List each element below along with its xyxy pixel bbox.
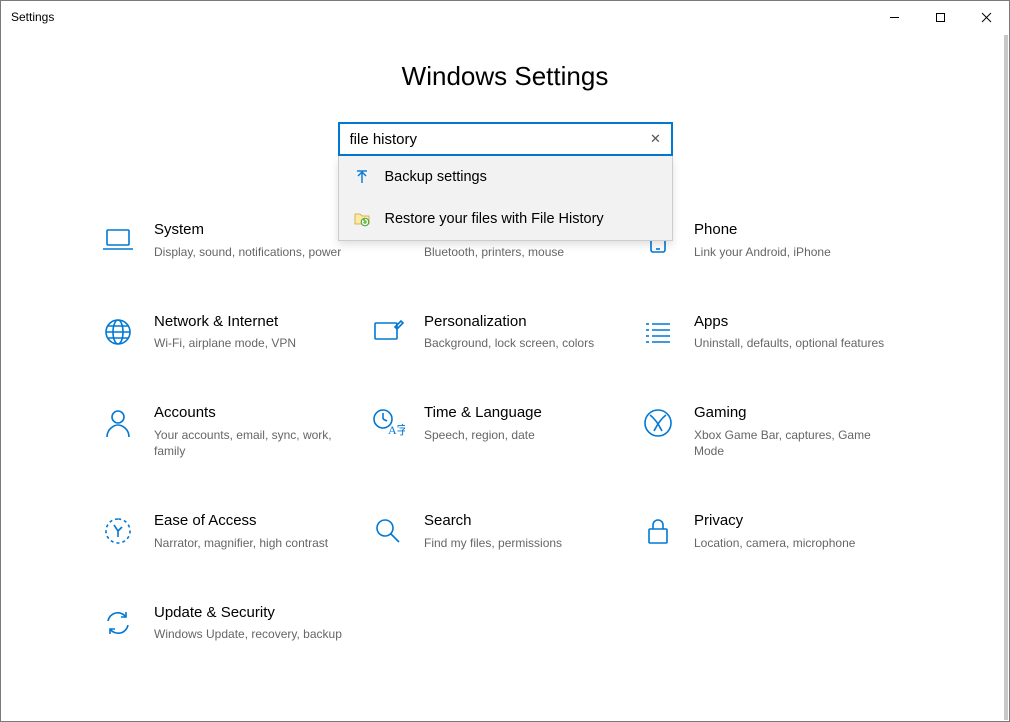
tile-network[interactable]: Network & Internet Wi-Fi, airplane mode,…	[100, 312, 370, 352]
search-box[interactable]: ✕	[338, 122, 673, 156]
search-input[interactable]	[340, 124, 641, 154]
maximize-button[interactable]	[917, 1, 963, 33]
tile-desc: Wi-Fi, airplane mode, VPN	[154, 335, 296, 351]
content-area: Windows Settings ✕ Backu	[1, 61, 1009, 722]
tile-label: Personalization	[424, 312, 594, 332]
clear-search-button[interactable]: ✕	[641, 124, 671, 154]
tile-desc: Windows Update, recovery, backup	[154, 626, 342, 642]
tile-desc: Xbox Game Bar, captures, Game Mode	[694, 427, 894, 459]
xbox-icon	[640, 405, 676, 441]
restore-folder-icon	[353, 210, 371, 228]
settings-grid: System Display, sound, notifications, po…	[100, 220, 910, 643]
tile-search[interactable]: Search Find my files, permissions	[370, 511, 640, 551]
tile-label: System	[154, 220, 341, 240]
search-area: ✕ Backup settings	[338, 122, 673, 156]
titlebar: Settings	[1, 1, 1009, 33]
tile-desc: Speech, region, date	[424, 427, 542, 443]
globe-icon	[100, 314, 136, 350]
page-title: Windows Settings	[1, 61, 1009, 92]
time-language-icon: A字	[370, 405, 406, 441]
tile-desc: Background, lock screen, colors	[424, 335, 594, 351]
suggestion-backup-settings[interactable]: Backup settings	[339, 156, 672, 198]
upload-icon	[353, 168, 371, 186]
apps-list-icon	[640, 314, 676, 350]
tile-desc: Uninstall, defaults, optional features	[694, 335, 884, 351]
tile-gaming[interactable]: Gaming Xbox Game Bar, captures, Game Mod…	[640, 403, 910, 459]
tile-desc: Bluetooth, printers, mouse	[424, 244, 564, 260]
ease-access-icon	[100, 513, 136, 549]
vertical-scrollbar[interactable]	[1004, 35, 1008, 720]
lock-icon	[640, 513, 676, 549]
tile-desc: Location, camera, microphone	[694, 535, 855, 551]
search-suggestions: Backup settings Restore your files with …	[338, 156, 673, 241]
tile-apps[interactable]: Apps Uninstall, defaults, optional featu…	[640, 312, 910, 352]
tile-desc: Display, sound, notifications, power	[154, 244, 341, 260]
window-controls	[871, 1, 1009, 33]
close-button[interactable]	[963, 1, 1009, 33]
tile-desc: Find my files, permissions	[424, 535, 562, 551]
tile-privacy[interactable]: Privacy Location, camera, microphone	[640, 511, 910, 551]
suggestion-label: Backup settings	[385, 169, 487, 185]
minimize-button[interactable]	[871, 1, 917, 33]
settings-window: Settings Windows Settings ✕	[0, 0, 1010, 722]
tile-label: Privacy	[694, 511, 855, 531]
tile-label: Phone	[694, 220, 831, 240]
suggestion-label: Restore your files with File History	[385, 211, 604, 227]
svg-text:A字: A字	[388, 422, 405, 437]
window-title: Settings	[11, 10, 54, 24]
tile-update-security[interactable]: Update & Security Windows Update, recove…	[100, 603, 370, 643]
tile-phone[interactable]: Phone Link your Android, iPhone	[640, 220, 910, 260]
tile-label: Network & Internet	[154, 312, 296, 332]
tile-desc: Link your Android, iPhone	[694, 244, 831, 260]
close-icon: ✕	[650, 131, 661, 147]
tile-desc: Narrator, magnifier, high contrast	[154, 535, 328, 551]
tile-accounts[interactable]: Accounts Your accounts, email, sync, wor…	[100, 403, 370, 459]
tile-label: Update & Security	[154, 603, 342, 623]
tile-system[interactable]: System Display, sound, notifications, po…	[100, 220, 370, 260]
tile-desc: Your accounts, email, sync, work, family	[154, 427, 354, 459]
tile-ease-of-access[interactable]: Ease of Access Narrator, magnifier, high…	[100, 511, 370, 551]
search-icon	[370, 513, 406, 549]
tile-label: Apps	[694, 312, 884, 332]
person-icon	[100, 405, 136, 441]
tile-label: Search	[424, 511, 562, 531]
tile-label: Time & Language	[424, 403, 542, 423]
update-icon	[100, 605, 136, 641]
tile-time-language[interactable]: A字 Time & Language Speech, region, date	[370, 403, 640, 459]
suggestion-restore-file-history[interactable]: Restore your files with File History	[339, 198, 672, 240]
tile-label: Ease of Access	[154, 511, 328, 531]
laptop-icon	[100, 222, 136, 258]
tile-label: Gaming	[694, 403, 894, 423]
tile-label: Accounts	[154, 403, 354, 423]
tile-personalization[interactable]: Personalization Background, lock screen,…	[370, 312, 640, 352]
paint-icon	[370, 314, 406, 350]
